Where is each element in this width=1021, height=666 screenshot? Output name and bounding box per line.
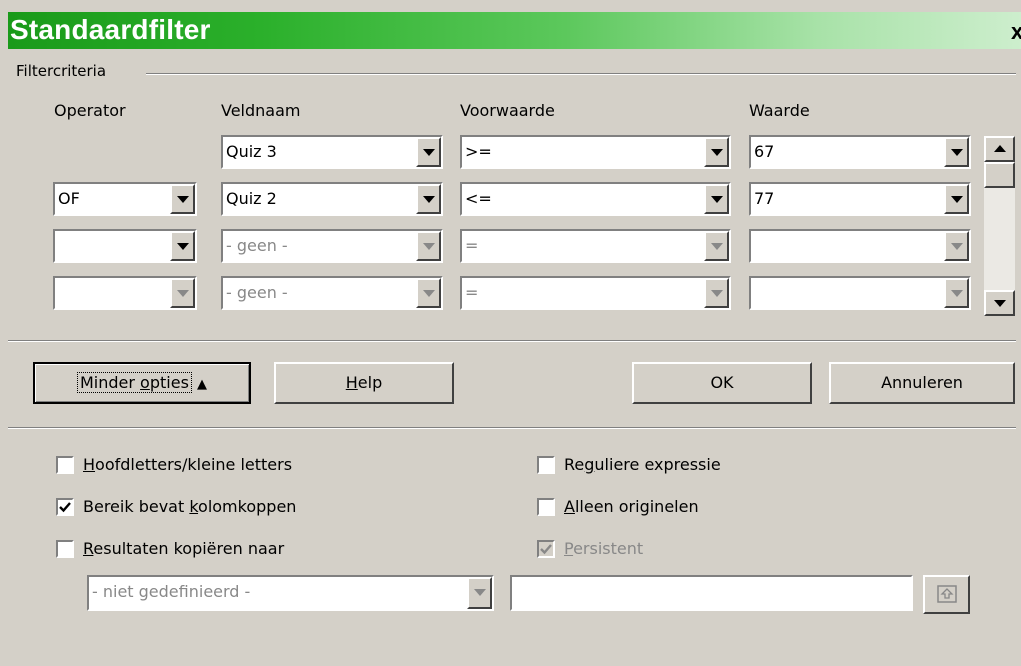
persistent-checkbox [537,540,555,558]
condition-value-3: = [465,236,479,255]
header-row-label: Bereik bevat kolomkoppen [83,497,297,516]
chevron-down-icon [467,577,492,609]
value-text-1: 67 [754,142,775,161]
ok-button[interactable]: OK [632,362,812,404]
chevron-down-icon [170,278,195,308]
shrink-icon [937,585,957,603]
condition-value-4: = [465,283,479,302]
dialog-title: Standaardfilter [10,14,211,45]
field-name-select-4: - geen - [221,276,443,310]
field-name-value-3: - geen - [226,236,288,255]
field-name-value-2: Quiz 2 [226,189,277,208]
value-combo-2[interactable]: 77 [749,182,971,216]
less-options-button[interactable]: Minder opties ▲ [33,362,251,404]
value-header: Waarde [749,101,810,120]
collapse-arrow-icon: ▲ [197,377,207,392]
chevron-down-icon[interactable] [704,137,729,167]
copy-target-value: - niet gedefinieerd - [92,582,251,601]
field-name-select-3[interactable]: - geen - [221,229,443,263]
divider [8,427,1016,429]
chevron-down-icon [704,231,729,261]
copy-target-input [510,575,913,611]
filter-criteria-divider [146,73,1016,75]
value-combo-1[interactable]: 67 [749,135,971,169]
chevron-down-icon [944,278,969,308]
condition-header: Voorwaarde [460,101,555,120]
chevron-down-icon [416,231,441,261]
value-text-2: 77 [754,189,775,208]
field-name-select-2[interactable]: Quiz 2 [221,182,443,216]
value-combo-3 [749,229,971,263]
value-combo-4 [749,276,971,310]
operator-value-2: OF [58,189,80,208]
case-sensitive-checkbox[interactable] [56,456,74,474]
condition-select-3: = [460,229,731,263]
operator-select-2[interactable]: OF [53,182,197,216]
regex-checkbox[interactable] [537,456,555,474]
chevron-down-icon[interactable] [944,184,969,214]
filter-criteria-label: Filtercriteria [16,62,113,80]
operator-select-4 [53,276,197,310]
operator-select-3[interactable] [53,229,197,263]
copy-results-checkbox[interactable] [56,540,74,558]
chevron-down-icon[interactable] [416,137,441,167]
operator-header: Operator [54,101,126,120]
scrollbar-thumb[interactable] [984,162,1015,188]
regex-label: Reguliere expressie [564,455,721,474]
chevron-down-icon[interactable] [416,184,441,214]
field-name-select-1[interactable]: Quiz 3 [221,135,443,169]
condition-select-4: = [460,276,731,310]
help-button[interactable]: Help [274,362,454,404]
unique-checkbox[interactable] [537,498,555,516]
title-bar: Standaardfilter x [8,12,1021,49]
shrink-dialog-button [923,575,970,614]
chevron-down-icon [944,231,969,261]
unique-label: Alleen originelen [564,497,699,516]
chevron-down-icon[interactable] [170,184,195,214]
chevron-down-icon[interactable] [944,137,969,167]
persistent-label: Persistent [564,539,644,558]
chevron-down-icon[interactable] [704,184,729,214]
less-options-label: Minder opties [76,372,192,393]
copy-target-select: - niet gedefinieerd - [87,575,494,611]
checkmark-icon [59,502,71,513]
chevron-down-icon [416,278,441,308]
criteria-scrollbar[interactable] [984,136,1015,316]
condition-value-1: >= [465,142,492,161]
case-sensitive-label: Hoofdletters/kleine letters [83,455,293,474]
field-name-value-4: - geen - [226,283,288,302]
close-button[interactable]: x [1011,19,1021,45]
field-name-value-1: Quiz 3 [226,142,277,161]
condition-select-1[interactable]: >= [460,135,731,169]
scroll-down-icon[interactable] [984,290,1015,316]
divider [8,340,1016,342]
condition-value-2: <= [465,189,492,208]
scroll-up-icon[interactable] [984,136,1015,162]
chevron-down-icon [704,278,729,308]
checkmark-icon [540,544,552,555]
condition-select-2[interactable]: <= [460,182,731,216]
field-name-header: Veldnaam [221,101,301,120]
header-row-checkbox[interactable] [56,498,74,516]
chevron-down-icon[interactable] [170,231,195,261]
cancel-button[interactable]: Annuleren [829,362,1015,404]
copy-results-label: Resultaten kopiëren naar [83,539,285,558]
